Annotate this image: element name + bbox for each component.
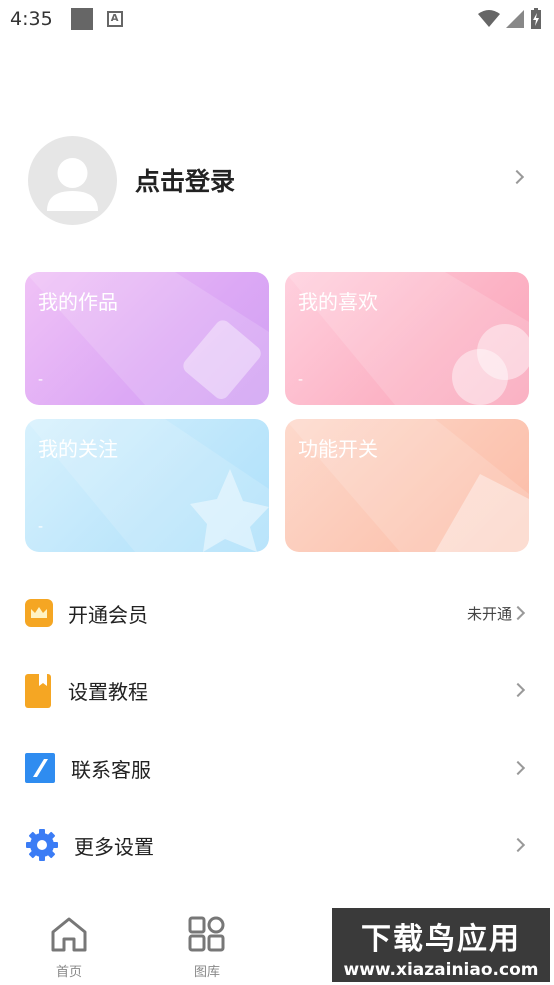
card-title: 我的作品 [38,290,118,314]
menu-item-vip[interactable]: 开通会员 未开通 [0,583,554,643]
chevron-right-icon [510,760,526,776]
bookmark-icon [25,674,51,708]
menu-item-label: 联系客服 [71,757,151,782]
login-row[interactable]: 点击登录 [28,135,538,225]
pen-icon [25,753,55,783]
wifi-icon [478,10,500,27]
card-title: 功能开关 [298,437,378,461]
card-title: 我的喜欢 [298,290,378,314]
card-value: - [298,372,304,388]
watermark-title: 下载鸟应用 [361,922,521,957]
tab-home[interactable]: 首页 [39,915,99,980]
vip-status: 未开通 [466,604,512,623]
status-time: 4:35 [10,8,53,30]
home-icon [51,917,87,952]
card-value: - [38,372,44,388]
card-title: 我的关注 [38,437,118,461]
menu-item-tutorial[interactable]: 设置教程 [0,660,554,720]
a-icon: A [106,11,123,27]
card-feature-switch[interactable]: 功能开关 [285,419,529,552]
card-my-follows[interactable]: 我的关注 - [25,419,269,552]
avatar[interactable] [28,135,117,225]
status-bar: 4:35 A [0,0,554,38]
chevron-right-icon [510,837,526,853]
menu-item-label: 设置教程 [68,679,148,704]
card-value: - [38,519,44,535]
menu-item-more-settings[interactable]: 更多设置 [0,815,554,875]
status-right [478,8,542,30]
watermark: 下载鸟应用 www.xiazainiao.com [332,908,550,982]
battery-icon [531,8,541,29]
chevron-right-icon [510,682,526,698]
grid-icon [188,916,225,952]
menu-item-label: 开通会员 [68,602,148,627]
chevron-right-icon [510,605,526,621]
menu-item-label: 更多设置 [74,834,154,859]
signal-icon [506,10,524,28]
crown-icon [25,599,53,627]
tab-label: 首页 [55,965,82,980]
gear-icon [26,829,58,861]
user-icon [47,157,98,211]
tab-label: 图库 [193,965,220,980]
menu-item-support[interactable]: 联系客服 [0,738,554,798]
watermark-url: www.xiazainiao.com [343,960,539,980]
card-my-works[interactable]: 我的作品 - [25,272,269,405]
card-my-likes[interactable]: 我的喜欢 - [285,272,529,405]
notification-icon [70,8,93,30]
tab-gallery[interactable]: 图库 [177,915,237,980]
login-label[interactable]: 点击登录 [135,162,235,198]
